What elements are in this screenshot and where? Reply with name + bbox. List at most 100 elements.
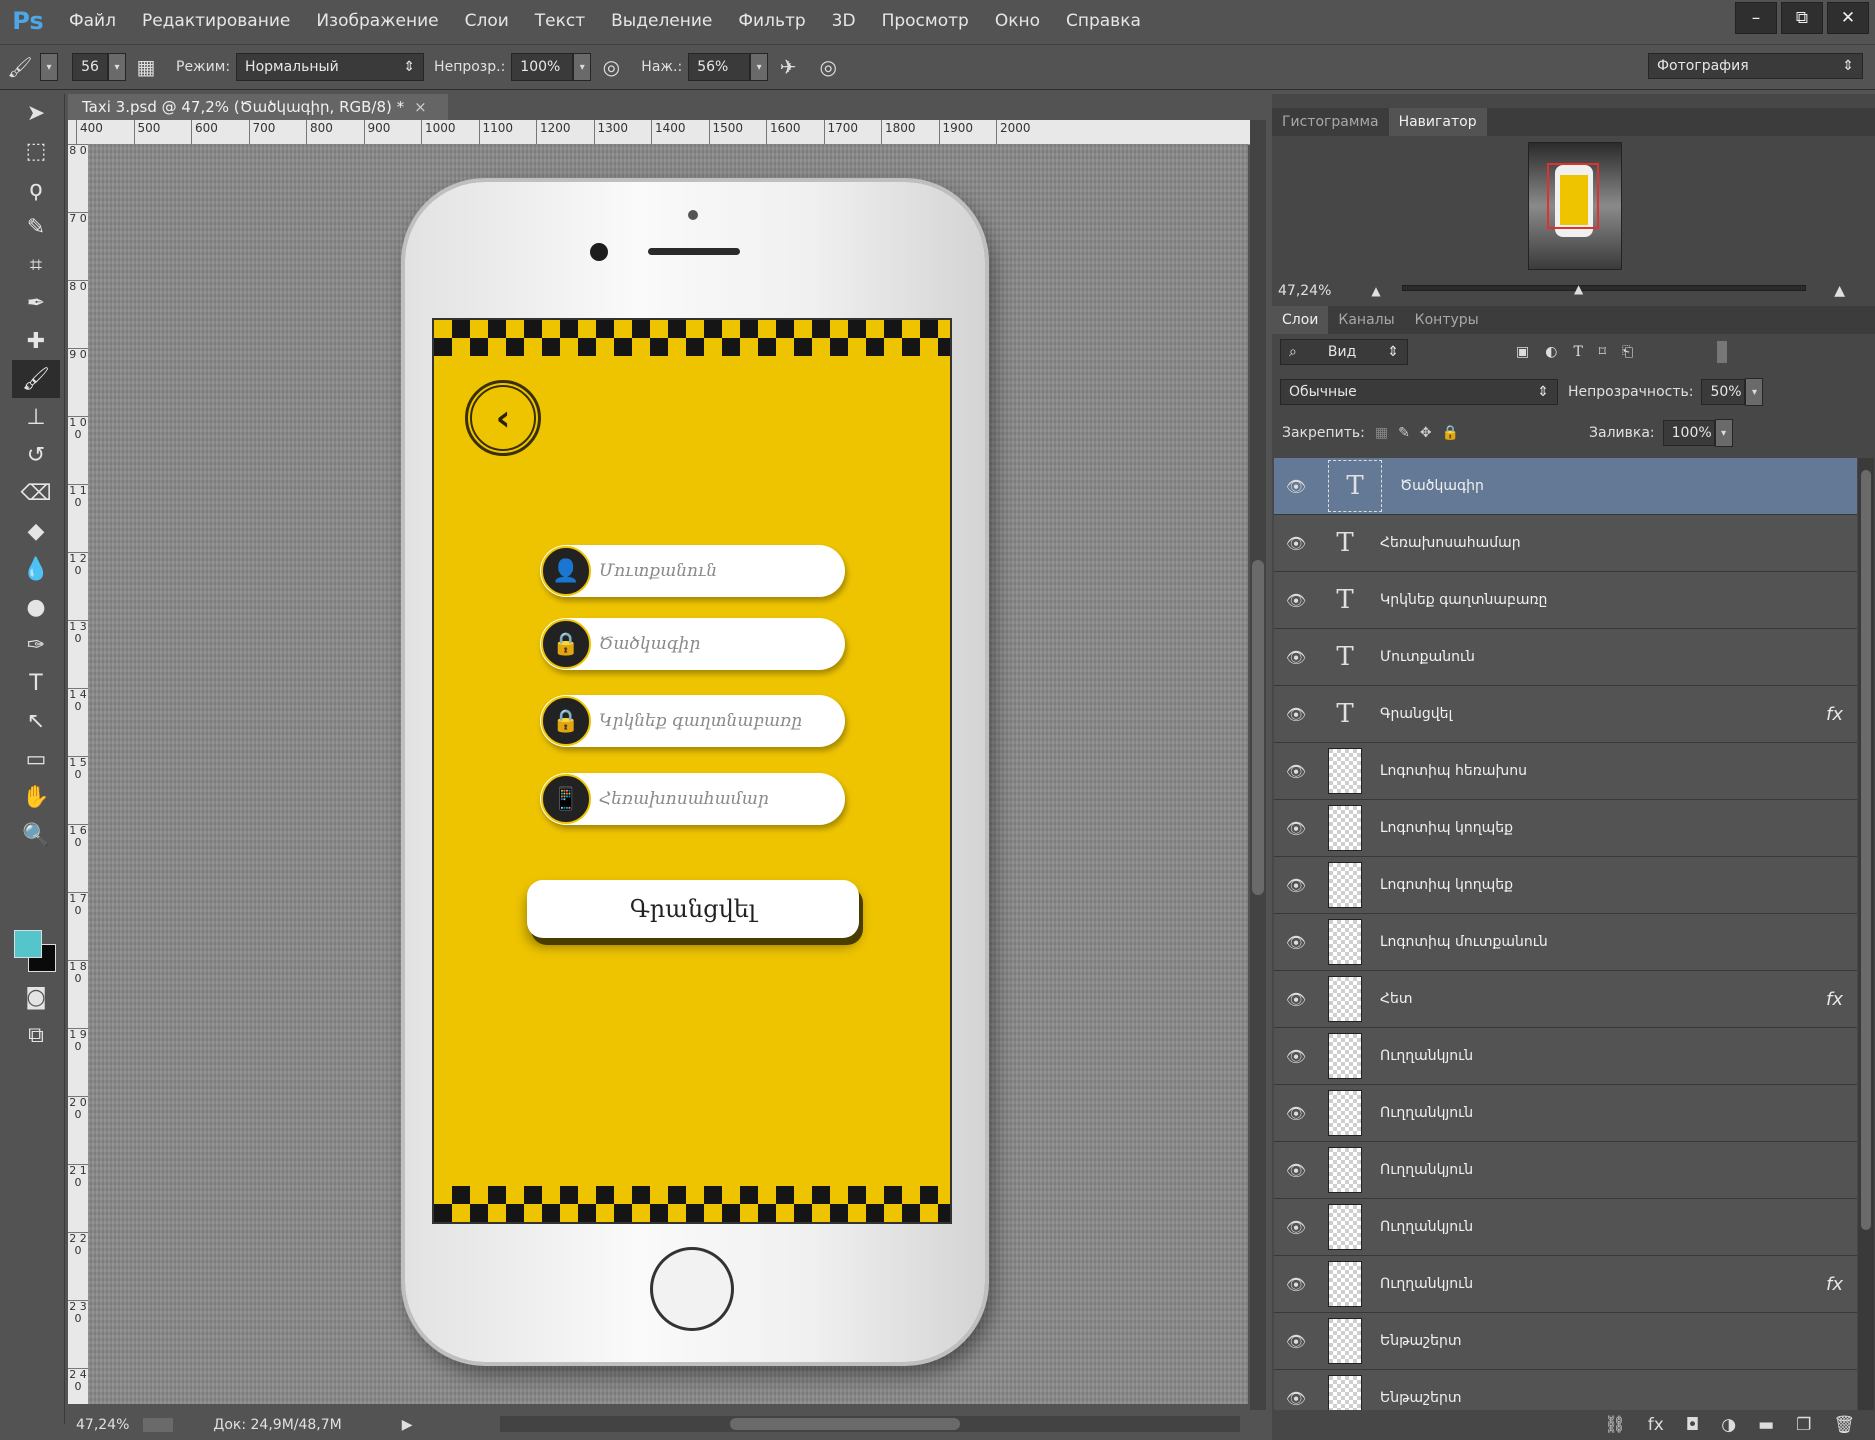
filter-type-icon[interactable]: T [1573,344,1582,360]
layer-name[interactable]: Ծածկագիր [1400,478,1484,494]
folder-icon[interactable]: ▬ [1758,1415,1774,1435]
layer-effects-icon[interactable]: fx [1826,989,1843,1010]
shape-tool-icon[interactable]: ▭ [12,740,60,778]
pressure-dropdown[interactable]: ▾ [750,53,769,81]
quick-select-tool-icon[interactable]: ✎ [12,208,60,246]
layer-opacity-input[interactable]: 50% [1701,379,1746,405]
lock-paint-icon[interactable]: ✎ [1398,425,1410,441]
menu-select[interactable]: Выделение [598,0,725,42]
brush-size-preview[interactable]: 56 [72,53,108,81]
menu-image[interactable]: Изображение [303,0,451,42]
visibility-eye-icon[interactable]: 👁 [1274,1104,1318,1123]
menu-file[interactable]: Файл [56,0,129,42]
back-button[interactable]: ‹ [465,380,541,456]
screen-mode-icon[interactable]: ⧉ [12,1016,60,1054]
navigator-zoom-value[interactable]: 47,24% [1278,283,1331,299]
visibility-eye-icon[interactable]: 👁 [1274,705,1318,724]
tab-layers[interactable]: Слои [1272,306,1329,334]
visibility-eye-icon[interactable]: 👁 [1274,1389,1318,1408]
layer-row[interactable]: 👁 T Մուտքանուն [1274,629,1857,686]
layer-name[interactable]: Լոգոտիպ հեռախոս [1380,763,1527,779]
visibility-eye-icon[interactable]: 👁 [1274,1275,1318,1294]
close-button[interactable]: ✕ [1827,2,1869,34]
zoom-tool-icon[interactable]: 🔍 [12,816,60,854]
adjustment-icon[interactable]: ◑ [1721,1415,1736,1435]
phone-number-field[interactable]: 📱 Հեռախոսահամար [540,773,845,825]
filter-shape-icon[interactable]: ⌑ [1599,344,1606,360]
text-layer-thumbnail[interactable]: T [1328,691,1362,737]
visibility-eye-icon[interactable]: 👁 [1274,591,1318,610]
brush-picker-dropdown[interactable]: ▾ [108,53,126,81]
close-tab-icon[interactable]: × [414,98,427,116]
tool-preset-dropdown[interactable]: ▾ [40,53,58,81]
layer-row[interactable]: 👁 T Հեռախոսահամար [1274,515,1857,572]
visibility-eye-icon[interactable]: 👁 [1274,534,1318,553]
layer-row[interactable]: 👁 Ենթաշերտ [1274,1370,1857,1410]
menu-type[interactable]: Текст [522,0,598,42]
layer-row[interactable]: 👁 Լոգոտիպ կողպեք [1274,800,1857,857]
brush-tool-icon[interactable]: 🖌 [6,53,34,81]
layer-thumbnail[interactable] [1328,919,1362,965]
layer-row[interactable]: 👁 Ուղղանկյուն fx [1274,1256,1857,1313]
menu-edit[interactable]: Редактирование [129,0,303,42]
layer-name[interactable]: Հետ [1380,991,1413,1007]
eyedropper-tool-icon[interactable]: ✒ [12,284,60,322]
visibility-eye-icon[interactable]: 👁 [1274,876,1318,895]
layer-row[interactable]: 👁 Լոգոտիպ մուտքանուն [1274,914,1857,971]
zoom-out-icon[interactable]: ▲ [1371,284,1380,298]
status-zoom-icon[interactable] [143,1418,174,1432]
tab-channels[interactable]: Каналы [1328,306,1404,334]
restore-button[interactable]: ⧉ [1781,2,1823,34]
layer-name[interactable]: Լոգոտիպ կողպեք [1380,820,1513,836]
tab-histogram[interactable]: Гистограмма [1272,108,1389,136]
password-field[interactable]: 🔒 Ծածկագիր [540,618,845,670]
layer-name[interactable]: Մուտքանուն [1380,649,1475,665]
navigator-view-rect[interactable] [1547,163,1599,229]
healing-brush-icon[interactable]: ✚ [12,322,60,360]
paint-bucket-icon[interactable]: ◆ [12,512,60,550]
shape-layer-thumbnail[interactable] [1328,1204,1362,1250]
visibility-eye-icon[interactable]: 👁 [1274,648,1318,667]
layer-name[interactable]: Ենթաշերտ [1380,1333,1461,1349]
pressure-opacity-icon[interactable]: ◎ [597,53,625,81]
link-icon[interactable]: ⛓ [1604,1415,1626,1435]
layer-thumbnail[interactable] [1328,862,1362,908]
status-menu-arrow-icon[interactable]: ▶ [402,1417,413,1433]
opacity-input[interactable]: 100% [511,53,574,81]
opacity-dropdown[interactable]: ▾ [573,53,592,81]
layer-name[interactable]: Գրանցվել [1380,706,1452,722]
layer-name[interactable]: Հեռախոսահամար [1380,535,1521,551]
visibility-eye-icon[interactable]: 👁 [1274,1218,1318,1237]
layer-row[interactable]: 👁 Ուղղանկյուն [1274,1085,1857,1142]
text-layer-thumbnail[interactable]: T [1328,520,1362,566]
type-tool-icon[interactable]: T [12,664,60,702]
layer-name[interactable]: Ուղղանկյուն [1380,1048,1473,1064]
history-brush-icon[interactable]: ↺ [12,436,60,474]
layer-row[interactable]: 👁 Ուղղանկյուն [1274,1142,1857,1199]
lasso-tool-icon[interactable]: ϙ [12,170,60,208]
layer-row[interactable]: 👁 Ենթաշերտ [1274,1313,1857,1370]
shape-layer-thumbnail[interactable] [1328,1261,1362,1307]
brush-panel-icon[interactable]: ▦ [132,53,160,81]
filter-adjust-icon[interactable]: ◐ [1545,344,1557,360]
minimize-button[interactable]: – [1735,2,1777,34]
layer-name[interactable]: Ուղղանկյուն [1380,1162,1473,1178]
layer-row[interactable]: 👁 Լոգոտիպ կողպեք [1274,857,1857,914]
layer-effects-icon[interactable]: fx [1826,1274,1843,1295]
tab-paths[interactable]: Контуры [1405,306,1489,334]
mode-select[interactable]: Нормальный ⇕ [236,53,425,81]
layers-scroll-thumb[interactable] [1861,470,1871,1230]
navigator-zoom-knob[interactable]: ▲ [1574,282,1586,296]
layer-thumbnail[interactable] [1328,1375,1362,1410]
visibility-eye-icon[interactable]: 👁 [1274,477,1318,496]
layer-filter-select[interactable]: ⌕ Вид ⇕ [1280,339,1408,365]
shape-layer-thumbnail[interactable] [1328,1090,1362,1136]
pressure-size-icon[interactable]: ◎ [814,53,842,81]
hand-tool-icon[interactable]: ✋ [12,778,60,816]
text-layer-thumbnail[interactable]: T [1328,634,1362,680]
menu-3d[interactable]: 3D [819,0,869,42]
layer-name[interactable]: Ենթաշերտ [1380,1390,1461,1406]
eraser-tool-icon[interactable]: ⌫ [12,474,60,512]
blend-mode-select[interactable]: Обычные ⇕ [1280,379,1558,405]
fill-input[interactable]: 100% [1662,420,1715,446]
